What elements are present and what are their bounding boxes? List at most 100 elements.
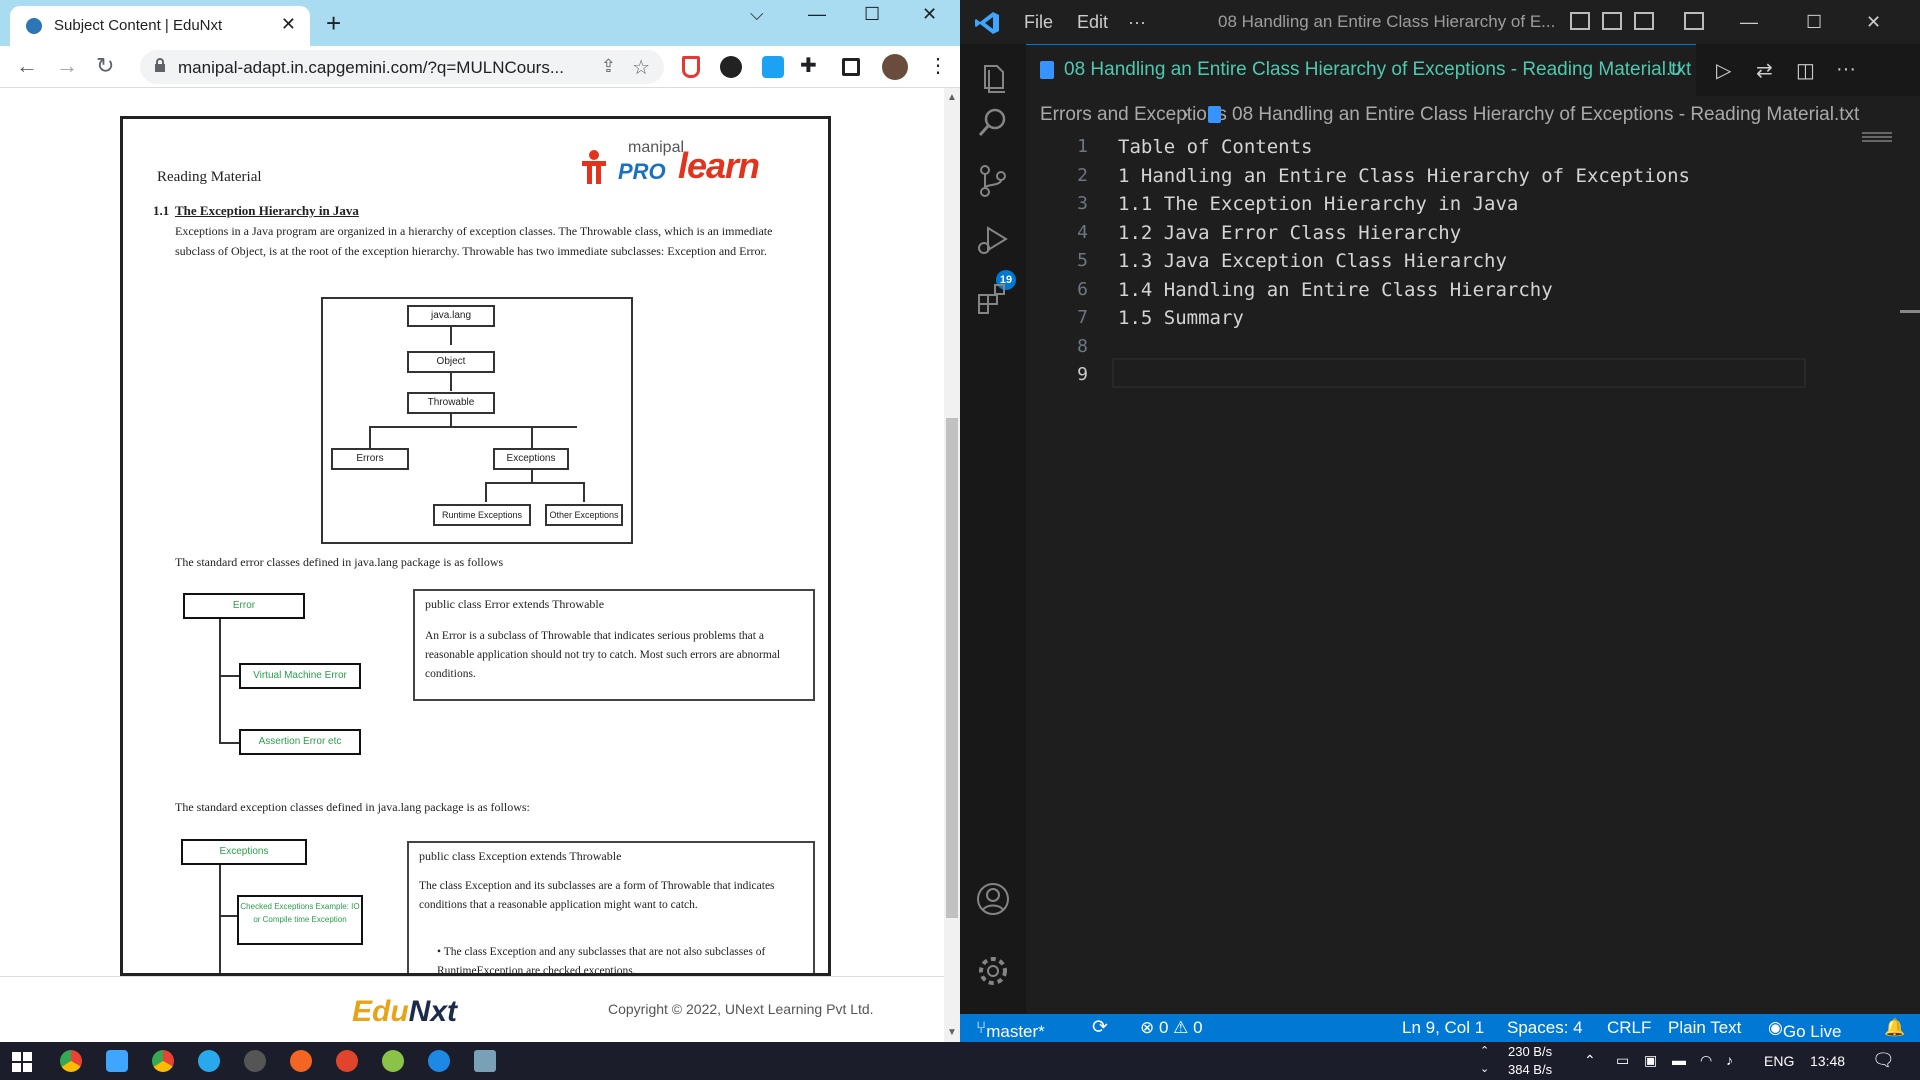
browser-tab[interactable]: Subject Content | EduNxt ✕	[10, 6, 310, 46]
taskbar-postman-icon[interactable]	[290, 1050, 312, 1072]
customize-layout-icon[interactable]	[1684, 12, 1704, 30]
language-mode[interactable]: Plain Text	[1668, 1018, 1741, 1038]
code-line[interactable]: 1.1 The Exception Hierarchy in Java	[1118, 193, 1518, 215]
eol-status[interactable]: CRLF	[1607, 1018, 1651, 1038]
network-download-speed: 384 B/s	[1508, 1062, 1553, 1077]
maximize-button[interactable]: ☐	[864, 4, 880, 25]
vs-minimize-button[interactable]: —	[1740, 12, 1758, 33]
breadcrumb-file[interactable]: 08 Handling an Entire Class Hierarchy of…	[1232, 104, 1859, 126]
toggle-secondary-sidebar-icon[interactable]	[1634, 12, 1654, 30]
s-extension-icon[interactable]	[762, 56, 784, 78]
taskbar-p-app-icon[interactable]	[336, 1050, 358, 1072]
extensions-puzzle-icon[interactable]: ✚	[800, 54, 817, 78]
editor-tab[interactable]: 08 Handling an Entire Class Hierarchy of…	[1026, 44, 1696, 96]
code-line[interactable]: 1 Handling an Entire Class Hierarchy of …	[1118, 165, 1690, 187]
tray-meet-icon[interactable]: ▣	[1644, 1052, 1657, 1069]
share-icon[interactable]: ⇪	[601, 56, 616, 77]
scroll-down-arrow-icon[interactable]: ▼	[947, 1027, 957, 1038]
new-tab-button[interactable]: +	[326, 8, 341, 38]
code-line[interactable]: Table of Contents	[1118, 136, 1312, 158]
taskbar-app-icon[interactable]	[244, 1050, 266, 1072]
accounts-icon[interactable]	[976, 882, 1010, 916]
indentation-status[interactable]: Spaces: 4	[1507, 1018, 1583, 1038]
menu-edit[interactable]: Edit	[1077, 12, 1108, 33]
scroll-up-arrow-icon[interactable]: ▲	[947, 92, 957, 103]
taskbar-vscode-icon[interactable]	[106, 1050, 128, 1072]
close-window-button[interactable]: ✕	[922, 4, 937, 25]
forward-button[interactable]: →	[56, 54, 78, 78]
menu-more[interactable]: ···	[1128, 12, 1146, 33]
taskbar-blue-app-icon[interactable]	[428, 1050, 450, 1072]
spy-extension-icon[interactable]	[720, 56, 742, 78]
editor-tab-bar: 08 Handling an Entire Class Hierarchy of…	[1026, 44, 1920, 96]
problems-status[interactable]: ⊗ 0 ⚠ 0	[1140, 1018, 1203, 1038]
vscode-window: File Edit ··· 08 Handling an Entire Clas…	[960, 0, 1920, 1042]
tab-search-chevron-icon[interactable]: ⌵	[750, 4, 764, 25]
tab-close-icon[interactable]: ✕	[281, 14, 296, 35]
breadcrumb-folder[interactable]: Errors and Exceptions	[1040, 104, 1227, 126]
code-line[interactable]: 1.5 Summary	[1118, 307, 1244, 329]
code-editor[interactable]: 1 Table of Contents 2 1 Handling an Entire …	[1026, 130, 1920, 1014]
battery-icon[interactable]: ▬	[1672, 1052, 1686, 1068]
source-control-icon[interactable]	[976, 164, 1010, 198]
line-number: 1	[1077, 136, 1088, 157]
volume-icon[interactable]: ♪	[1726, 1052, 1733, 1068]
toggle-panel-icon[interactable]	[1602, 12, 1622, 30]
tray-tablet-icon[interactable]: ▭	[1616, 1052, 1629, 1069]
action-center-icon[interactable]: 🗨	[1872, 1050, 1895, 1071]
shield-extension-icon[interactable]	[682, 56, 700, 78]
editor-scroll-indicator	[1900, 310, 1920, 313]
tray-chevron-icon[interactable]: ⌃	[1584, 1052, 1596, 1069]
line-number: 8	[1077, 335, 1088, 357]
code-line[interactable]: 1.3 Java Exception Class Hierarchy	[1118, 250, 1507, 272]
back-button[interactable]: ←	[16, 54, 38, 78]
taskbar-green-app-icon[interactable]	[382, 1050, 404, 1072]
tab-title: Subject Content | EduNxt	[54, 17, 223, 34]
chrome-menu-icon[interactable]: ⋮	[928, 54, 948, 78]
code-line[interactable]: 1.4 Handling an Entire Class Hierarchy	[1118, 279, 1553, 301]
windows-start-icon[interactable]	[12, 1052, 32, 1072]
run-debug-icon[interactable]	[976, 222, 1010, 256]
taskbar-image-app-icon[interactable]	[474, 1050, 496, 1072]
lock-icon	[155, 58, 165, 72]
search-icon[interactable]	[976, 106, 1010, 140]
edunxt-favicon-icon	[26, 18, 42, 34]
clock-time[interactable]: 13:48	[1810, 1053, 1845, 1069]
vs-close-button[interactable]: ✕	[1866, 12, 1881, 33]
reload-button[interactable]: ↻	[96, 54, 114, 78]
go-live-button[interactable]: ◉ Go Live	[1768, 1018, 1841, 1041]
profile-avatar[interactable]	[882, 54, 908, 80]
branch-status[interactable]: ⑂ master*	[976, 1018, 1045, 1041]
input-language[interactable]: ENG	[1764, 1053, 1794, 1069]
scrollbar-thumb[interactable]	[946, 418, 958, 918]
notifications-bell-icon[interactable]: 🔔	[1884, 1018, 1905, 1038]
explorer-icon[interactable]	[976, 62, 1010, 96]
vs-maximize-button[interactable]: ☐	[1806, 12, 1822, 33]
extensions-icon[interactable]	[976, 282, 1010, 316]
logo-manipal-text: manipal	[628, 139, 685, 156]
address-bar[interactable]: manipal-adapt.in.capgemini.com/?q=MULNCo…	[140, 50, 664, 84]
net-up-arrow-icon: ⌃	[1480, 1045, 1490, 1057]
editor-more-actions-icon[interactable]: ···	[1836, 58, 1856, 81]
sync-icon[interactable]: ⟳	[1092, 1016, 1108, 1039]
toggle-sidebar-icon[interactable]	[1570, 12, 1590, 30]
settings-gear-icon[interactable]	[976, 954, 1010, 988]
minimize-button[interactable]: —	[808, 4, 826, 25]
split-editor-icon[interactable]: ◫	[1796, 58, 1815, 83]
edunxt-logo: EduNxt	[352, 995, 458, 1028]
run-file-icon[interactable]: ▷	[1716, 58, 1731, 83]
bookmark-star-icon[interactable]: ☆	[632, 55, 650, 80]
taskbar-chrome-active-icon[interactable]	[152, 1050, 174, 1072]
taskbar-telegram-icon[interactable]	[198, 1050, 220, 1072]
side-panel-icon[interactable]	[842, 58, 860, 76]
cursor-position[interactable]: Ln 9, Col 1	[1402, 1018, 1484, 1038]
taskbar-chrome-icon[interactable]	[60, 1050, 82, 1072]
page-scrollbar[interactable]: ▲ ▼	[944, 88, 960, 1042]
breadcrumb-chevron-icon: ›	[1182, 104, 1189, 125]
exception-hierarchy-diagram: java.lang Object Throwable Errors Except…	[321, 297, 633, 544]
open-changes-icon[interactable]: ⇄	[1756, 58, 1773, 83]
wifi-icon[interactable]: ◠	[1700, 1052, 1712, 1069]
menu-file[interactable]: File	[1024, 12, 1053, 33]
code-line[interactable]: 1.2 Java Error Class Hierarchy	[1118, 222, 1461, 244]
minimap[interactable]	[1856, 130, 1920, 150]
